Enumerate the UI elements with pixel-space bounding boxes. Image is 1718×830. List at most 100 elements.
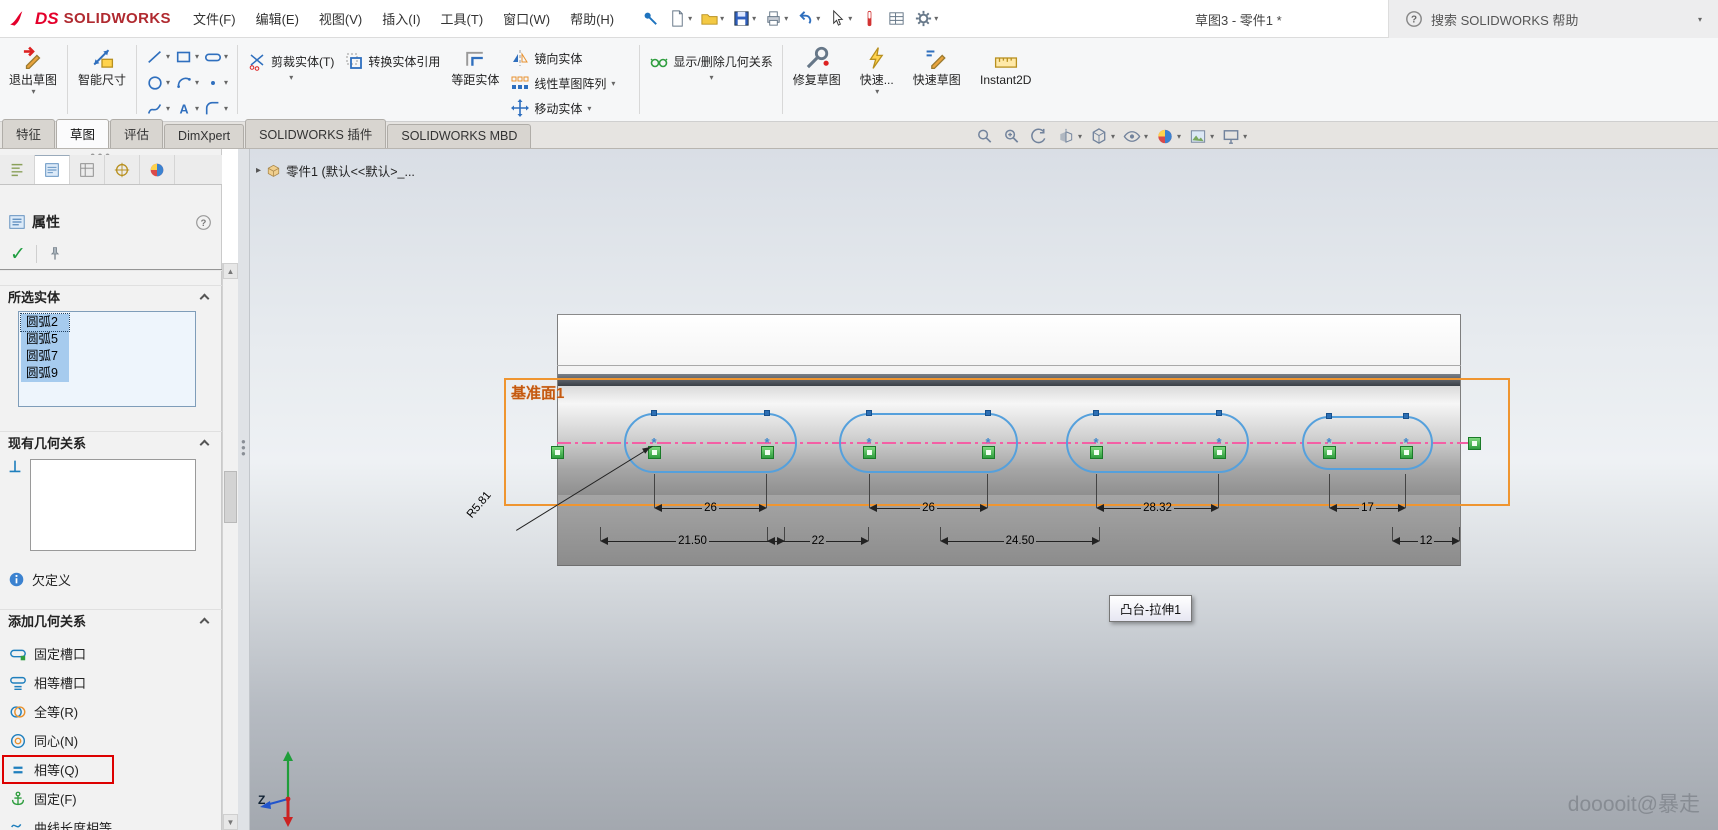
- relation-button-3[interactable]: 同心(N): [2, 726, 220, 755]
- coincident-relation-marker[interactable]: [1400, 446, 1413, 459]
- sketch-point[interactable]: [985, 410, 991, 416]
- selected-entities-listbox[interactable]: 圆弧2圆弧5圆弧7圆弧9: [18, 311, 196, 407]
- dropdown-caret-icon[interactable]: ▾: [934, 14, 938, 23]
- menu-item-0[interactable]: 文件(F): [183, 5, 246, 32]
- tab-3[interactable]: DimXpert: [164, 124, 244, 148]
- radius-dimension[interactable]: R5.81: [465, 489, 494, 520]
- existing-relations-listbox[interactable]: [30, 459, 196, 551]
- dropdown-caret-icon[interactable]: ▾: [166, 52, 170, 61]
- scroll-down-button[interactable]: ▼: [223, 814, 238, 830]
- dropdown-caret-icon[interactable]: ▾: [224, 78, 228, 87]
- dimension-22[interactable]: 22: [767, 534, 869, 548]
- point-tool-button[interactable]: ▾: [202, 70, 230, 95]
- dropdown-caret-icon[interactable]: ▾: [195, 52, 199, 61]
- sketch-point[interactable]: [1093, 410, 1099, 416]
- feature-manager-tab[interactable]: [0, 155, 35, 184]
- text-tool-button[interactable]: A▾: [173, 96, 201, 121]
- dropdown-caret-icon[interactable]: ▾: [1210, 132, 1214, 141]
- fillet-tool-button[interactable]: ▾: [202, 96, 230, 121]
- hide-show-button[interactable]: ▾: [1122, 127, 1148, 146]
- save-button[interactable]: ▾: [729, 7, 759, 30]
- coincident-relation-marker[interactable]: [761, 446, 774, 459]
- offset-entities-button[interactable]: 等距实体: [446, 41, 504, 118]
- exit-sketch-button[interactable]: 退出草图 ▾: [4, 41, 62, 118]
- dimension-12[interactable]: 12: [1392, 534, 1460, 548]
- dropdown-caret-icon[interactable]: ▾: [1177, 132, 1181, 141]
- panel-splitter[interactable]: ●●●: [238, 149, 250, 830]
- appearance-button[interactable]: ▾: [1155, 127, 1181, 146]
- dimension-26[interactable]: 26: [869, 501, 988, 515]
- dropdown-caret-icon[interactable]: ▾: [875, 87, 879, 96]
- sketch-point[interactable]: [866, 410, 872, 416]
- selected-entity-0[interactable]: 圆弧2: [21, 314, 69, 331]
- scene-button[interactable]: ▾: [1188, 127, 1214, 146]
- sketch-point[interactable]: [1326, 413, 1332, 419]
- spline-tool-button[interactable]: ▾: [144, 96, 172, 121]
- dropdown-caret-icon[interactable]: ▾: [166, 104, 170, 113]
- dropdown-caret-icon[interactable]: ▾: [816, 14, 820, 23]
- move-entities-button[interactable]: 移动实体 ▾: [506, 97, 634, 119]
- dropdown-caret-icon[interactable]: ▾: [1243, 132, 1247, 141]
- coincident-relation-marker[interactable]: [1213, 446, 1226, 459]
- menu-item-2[interactable]: 视图(V): [309, 5, 372, 32]
- section-selected-entities[interactable]: 所选实体: [0, 285, 222, 307]
- previous-view-button[interactable]: [1029, 127, 1049, 146]
- dropdown-caret-icon[interactable]: ▾: [784, 14, 788, 23]
- coincident-relation-marker[interactable]: [1468, 437, 1481, 450]
- dropdown-caret-icon[interactable]: ▾: [710, 73, 714, 82]
- rapid-button[interactable]: 快速... ▾: [848, 41, 906, 118]
- section-view-button[interactable]: ▾: [1056, 127, 1082, 146]
- scrollbar-thumb[interactable]: [224, 471, 237, 523]
- new-document-button[interactable]: ▾: [665, 7, 695, 30]
- linear-pattern-button[interactable]: 线性草图阵列 ▾: [506, 72, 634, 94]
- dropdown-caret-icon[interactable]: ▾: [752, 14, 756, 23]
- selected-entity-2[interactable]: 圆弧7: [21, 348, 69, 365]
- convert-entities-button[interactable]: 转换实体引用: [340, 41, 444, 118]
- relation-button-0[interactable]: 固定槽口: [2, 639, 220, 668]
- coincident-relation-marker[interactable]: [1090, 446, 1103, 459]
- mirror-entities-button[interactable]: 镜向实体: [506, 47, 634, 69]
- repair-sketch-button[interactable]: 修复草图: [788, 41, 846, 118]
- collapse-chevron-icon[interactable]: [200, 618, 210, 628]
- panel-help-icon[interactable]: ?: [195, 214, 212, 231]
- sketch-point[interactable]: [1216, 410, 1222, 416]
- select-button[interactable]: ▾: [825, 7, 855, 30]
- dropdown-caret-icon[interactable]: ▾: [848, 14, 852, 23]
- section-add-relations[interactable]: 添加几何关系: [0, 609, 222, 631]
- dropdown-caret-icon[interactable]: ▾: [1111, 132, 1115, 141]
- coincident-relation-marker[interactable]: [1323, 446, 1336, 459]
- sketch-point[interactable]: [764, 410, 770, 416]
- dropdown-caret-icon[interactable]: ▾: [611, 79, 615, 88]
- dropdown-caret-icon[interactable]: ▾: [289, 73, 293, 82]
- selected-entity-1[interactable]: 圆弧5: [21, 331, 69, 348]
- pin-button[interactable]: [47, 246, 63, 262]
- relation-button-6[interactable]: 曲线长度相等...: [2, 813, 220, 830]
- menu-item-3[interactable]: 插入(I): [372, 5, 430, 32]
- circle-tool-button[interactable]: ▾: [144, 70, 172, 95]
- smart-dimension-button[interactable]: 智能尺寸: [73, 41, 131, 118]
- sketch-point[interactable]: [1403, 413, 1409, 419]
- property-manager-tab[interactable]: [35, 155, 70, 184]
- dropdown-caret-icon[interactable]: ▾: [720, 14, 724, 23]
- dropdown-caret-icon[interactable]: ▾: [224, 52, 228, 61]
- collapse-chevron-icon[interactable]: [200, 294, 210, 304]
- sketch-slot-3[interactable]: [1302, 416, 1433, 470]
- flyout-feature-tree[interactable]: ▸ 零件1 (默认<<默认>_...: [256, 161, 415, 180]
- zoom-fit-button[interactable]: [975, 127, 995, 146]
- slot-tool-button[interactable]: ▾: [202, 44, 230, 69]
- arc-tool-button[interactable]: ▾: [173, 70, 201, 95]
- dimension-28.32[interactable]: 28.32: [1096, 501, 1219, 515]
- menu-item-6[interactable]: 帮助(H): [560, 5, 624, 32]
- sketch-point[interactable]: [651, 410, 657, 416]
- dimension-26[interactable]: 26: [654, 501, 767, 515]
- search-placeholder[interactable]: 搜索 SOLIDWORKS 帮助: [1431, 10, 1689, 29]
- dropdown-caret-icon[interactable]: ▾: [688, 14, 692, 23]
- dropdown-caret-icon[interactable]: ▾: [1144, 132, 1148, 141]
- tab-5[interactable]: SOLIDWORKS MBD: [387, 124, 531, 148]
- dimension-21.50[interactable]: 21.50: [600, 534, 785, 548]
- dropdown-caret-icon[interactable]: ▾: [195, 78, 199, 87]
- coincident-relation-marker[interactable]: [863, 446, 876, 459]
- open-button[interactable]: ▾: [697, 7, 727, 30]
- pin-button[interactable]: [638, 7, 663, 30]
- splitter-handle[interactable]: ●●●: [241, 439, 246, 457]
